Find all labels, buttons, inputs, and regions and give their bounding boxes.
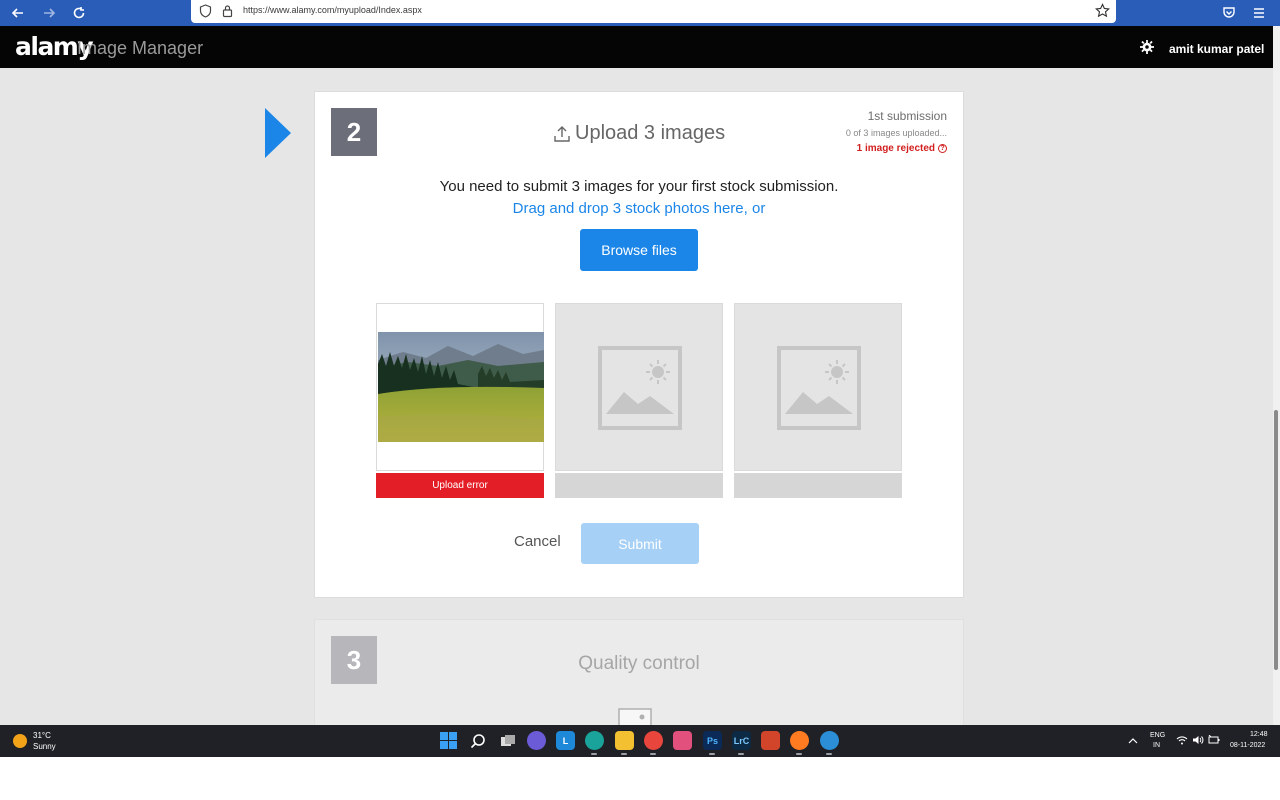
uploaded-landscape-thumbnail[interactable] (378, 332, 544, 442)
user-name-menu[interactable]: amit kumar patel (1169, 42, 1264, 56)
upload-slot[interactable]: Upload error (376, 303, 544, 498)
earth-app-icon[interactable] (820, 731, 839, 750)
running-indicator (796, 753, 802, 755)
windows-taskbar: 31°C Sunny L Ps LrC ENG IN 12:48 08-11-202… (0, 725, 1280, 757)
search-icon[interactable] (468, 731, 487, 750)
wifi-icon[interactable] (1176, 735, 1188, 745)
clock-date[interactable]: 08-11-2022 (1230, 742, 1265, 749)
cancel-button[interactable]: Cancel (514, 533, 561, 550)
help-icon[interactable]: ? (938, 144, 947, 153)
hamburger-menu-icon[interactable] (1248, 2, 1270, 24)
submit-button[interactable]: Submit (581, 523, 699, 564)
running-indicator (709, 753, 715, 755)
upload-step-card: 2 Upload 3 images 1st submission 0 of 3 … (314, 91, 964, 598)
clock-time[interactable]: 12:48 (1250, 731, 1268, 738)
upload-slot[interactable] (734, 303, 902, 498)
step-number-badge: 2 (331, 108, 377, 156)
drag-drop-text: Drag and drop 3 stock photos here, or (512, 200, 766, 217)
gear-icon[interactable] (1140, 40, 1154, 54)
shield-icon[interactable] (199, 4, 212, 18)
weather-description[interactable]: Sunny (33, 742, 56, 751)
scrollbar-thumb[interactable] (1274, 410, 1278, 670)
slot-image-area[interactable] (734, 303, 902, 471)
running-indicator (826, 753, 832, 755)
app-header: alamy Image Manager amit kumar patel (0, 26, 1273, 68)
page-content: 2 Upload 3 images 1st submission 0 of 3 … (0, 68, 1273, 725)
back-arrow-icon[interactable] (7, 2, 29, 24)
submission-label: 1st submission (867, 109, 947, 123)
slot-status-bar (555, 473, 723, 498)
upload-step-title-text: Upload 3 images (575, 122, 726, 144)
upload-progress-text: 0 of 3 images uploaded... (845, 128, 947, 138)
upload-slot[interactable] (555, 303, 723, 498)
lock-icon[interactable] (222, 4, 233, 18)
chevron-up-icon[interactable] (1128, 737, 1138, 745)
task-view-icon[interactable] (498, 731, 517, 750)
slot-status-bar: Upload error (376, 473, 544, 498)
upload-icon (554, 125, 570, 142)
reload-icon[interactable] (68, 2, 90, 24)
app-name: Image Manager (77, 38, 204, 58)
bookmark-star-icon[interactable] (1095, 3, 1110, 18)
slot-status-bar (734, 473, 902, 498)
page-scrollbar[interactable] (1273, 26, 1280, 725)
windows-start-icon[interactable] (439, 731, 458, 750)
image-placeholder-icon (598, 346, 682, 430)
image-placeholder-icon (618, 708, 652, 725)
rejected-link[interactable]: 1 image rejected ? (846, 143, 947, 154)
url-text[interactable]: https://www.alamy.com/myupload/Index.asp… (243, 5, 422, 15)
photoshop-icon[interactable]: Ps (703, 731, 722, 750)
settings-app-icon[interactable] (761, 731, 780, 750)
running-indicator (738, 753, 744, 755)
image-placeholder-icon (777, 346, 861, 430)
browse-files-button[interactable]: Browse files (580, 229, 698, 271)
running-indicator (650, 753, 656, 755)
screen-bottom-margin (0, 757, 1280, 800)
quality-control-step-card: 3 Quality control (314, 619, 964, 725)
edge-browser-icon[interactable] (585, 731, 604, 750)
browser-toolbar: https://www.alamy.com/myupload/Index.asp… (0, 0, 1280, 26)
pocket-icon[interactable] (1218, 2, 1240, 24)
address-bar[interactable]: https://www.alamy.com/myupload/Index.asp… (191, 0, 1116, 23)
chrome-icon[interactable] (644, 731, 663, 750)
slot-image-area[interactable] (555, 303, 723, 471)
current-step-arrow-icon (265, 108, 291, 158)
submission-info: 1st submission 0 of 3 images uploaded...… (846, 109, 947, 154)
weather-temperature[interactable]: 31°C (33, 731, 51, 740)
running-indicator (621, 753, 627, 755)
firefox-icon[interactable] (790, 731, 809, 750)
rejected-text[interactable]: 1 image rejected (857, 143, 935, 154)
sun-weather-icon[interactable] (13, 734, 27, 748)
forward-arrow-icon[interactable] (38, 2, 60, 24)
volume-icon[interactable] (1192, 735, 1204, 745)
running-indicator (591, 753, 597, 755)
language-indicator[interactable]: ENG (1150, 732, 1165, 739)
region-indicator[interactable]: IN (1153, 742, 1160, 749)
photos-app-icon[interactable] (673, 731, 692, 750)
slot-image-area[interactable] (376, 303, 544, 471)
instruction-text: You need to submit 3 images for your fir… (439, 178, 839, 195)
file-explorer-icon[interactable] (615, 731, 634, 750)
chat-icon[interactable] (527, 731, 546, 750)
battery-icon[interactable] (1208, 735, 1220, 745)
quality-control-title: Quality control (578, 653, 700, 674)
lightroom-l-app-icon[interactable]: L (556, 731, 575, 750)
upload-step-title: Upload 3 images (553, 122, 725, 145)
lightroom-classic-icon[interactable]: LrC (732, 731, 751, 750)
